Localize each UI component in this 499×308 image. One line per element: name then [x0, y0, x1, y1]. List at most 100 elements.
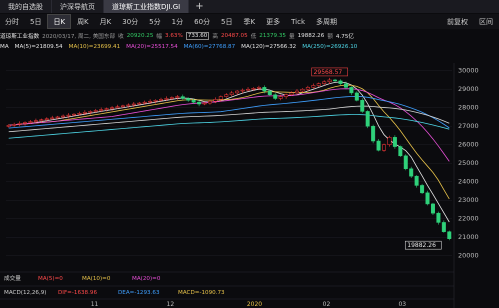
ma10-value: MA(10)=23699.41 — [68, 43, 121, 50]
period-button-5day[interactable]: 5日 — [25, 15, 46, 28]
top-tab-bar: 我的自选股 沪深导航页 道琼斯工业指数DJI.GI + — [0, 0, 499, 13]
macd-dea: DEA=-1293.63 — [118, 290, 160, 296]
candle-body — [148, 100, 153, 103]
period-button-monthly[interactable]: 月K — [95, 15, 117, 28]
candle-body — [284, 94, 289, 97]
candle-body — [88, 111, 93, 113]
candle-body — [251, 88, 256, 90]
candle-body — [305, 87, 310, 90]
candle-body — [349, 87, 354, 94]
candle-body — [77, 113, 82, 115]
ma120-line — [8, 105, 450, 133]
new-tab-button[interactable]: + — [189, 1, 209, 12]
candle-body — [273, 94, 278, 99]
tab-label: 我的自选股 — [8, 2, 43, 11]
period-button-5min[interactable]: 5分 — [144, 15, 165, 28]
ma60-line — [8, 96, 450, 129]
candlestick-chart[interactable]: 30000 29000 28000 27000 26000 25000 24000 23000… — [0, 53, 499, 308]
price-tick-label: 25000 — [458, 159, 479, 167]
period-button-fenshi[interactable]: 分时 — [0, 15, 24, 28]
price-tick-label: 29000 — [458, 85, 479, 93]
candle-body — [12, 124, 17, 126]
volume-box: 733.60 — [185, 31, 210, 40]
candle-body — [169, 97, 174, 99]
candle-body — [409, 168, 414, 177]
candle-body — [50, 117, 55, 120]
range-button[interactable]: 区间 — [474, 15, 498, 28]
price-tick-label: 27000 — [458, 122, 479, 130]
period-button-multi[interactable]: 多周期 — [311, 15, 342, 28]
candle-body — [186, 98, 191, 101]
ma-legend: MA MA(5)=21809.54 MA(10)=23699.41 MA(20)… — [0, 42, 499, 51]
candle-body — [289, 92, 294, 96]
period-button-5day-b[interactable]: 5日 — [216, 15, 237, 28]
candle-body — [213, 99, 218, 102]
tab-market-nav[interactable]: 沪深导航页 — [52, 0, 104, 13]
candle-body — [153, 100, 158, 102]
candle-body — [240, 89, 245, 92]
candle-body — [365, 111, 370, 127]
candle-body — [93, 110, 98, 112]
period-button-quarterly[interactable]: 季K — [239, 15, 261, 28]
time-tick-label: 02 — [323, 301, 331, 308]
candle-body — [142, 101, 147, 104]
tab-watchlist[interactable]: 我的自选股 — [0, 0, 52, 13]
candle-body — [398, 146, 403, 157]
ma-label: MA — [0, 43, 9, 50]
price-tick-label: 23000 — [458, 196, 479, 204]
ma60-value: MA(60)=27768.87 — [183, 43, 236, 50]
period-button-60min[interactable]: 60分 — [189, 15, 215, 28]
candle-body — [44, 118, 49, 120]
volume-ma10: MA(10)=0 — [82, 276, 111, 282]
candle-body — [175, 96, 180, 98]
macd-panel-label: MACD(12,26,9) — [4, 290, 46, 296]
candle-body — [414, 175, 419, 186]
candle-body — [164, 98, 169, 100]
candle-body — [99, 109, 104, 111]
candle-body — [55, 116, 60, 119]
candle-body — [425, 192, 430, 205]
volume-panel-label: 成交量 — [4, 274, 21, 282]
candle-body — [300, 88, 305, 92]
close-label: 收 — [118, 33, 124, 40]
candle-body — [229, 92, 234, 96]
candle-body — [376, 140, 381, 151]
amount-label: 额 — [327, 33, 333, 40]
period-toolbar: 分时 5日 日K 周K 月K 30分 5分 1分 60分 5日 季K 更多 Ti… — [0, 14, 499, 29]
macd-value: MACD=-1090.73 — [178, 290, 225, 296]
candle-body — [420, 185, 425, 194]
price-tick-label: 20000 — [458, 252, 479, 260]
candle-body — [256, 87, 261, 89]
period-button-30min[interactable]: 30分 — [117, 15, 143, 28]
candle-body — [120, 105, 125, 108]
candle-body — [131, 103, 136, 106]
ma120-value: MA(120)=27566.32 — [241, 43, 297, 50]
tab-dji[interactable]: 道琼斯工业指数DJI.GI — [104, 0, 190, 13]
candle-body — [207, 100, 212, 104]
period-button-1min[interactable]: 1分 — [167, 15, 188, 28]
period-button-weekly[interactable]: 周K — [72, 15, 94, 28]
forward-adjust-button[interactable]: 前复权 — [442, 15, 473, 28]
period-button-tick[interactable]: Tick — [286, 15, 310, 28]
volume-ma5: MA(5)=0 — [38, 276, 63, 282]
extra-value: 19882.26 — [297, 32, 325, 39]
time-tick-label: 2020 — [247, 301, 262, 308]
candle-body — [39, 119, 44, 121]
period-button-daily[interactable]: 日K — [47, 14, 72, 29]
candle-body — [447, 231, 452, 239]
candle-body — [137, 102, 142, 105]
high-value: 20487.05 — [220, 32, 248, 39]
macd-dif: DIF=-1638.96 — [58, 290, 97, 296]
ma5-line — [8, 81, 450, 223]
period-button-more[interactable]: 更多 — [261, 15, 285, 28]
candle-body — [33, 120, 38, 122]
candle-body — [235, 90, 240, 94]
candle-body — [403, 155, 408, 170]
candle-body — [115, 106, 120, 108]
candle-body — [430, 203, 435, 214]
candle-body — [61, 115, 66, 118]
candle-body — [197, 101, 202, 105]
price-tick-label: 30000 — [458, 67, 479, 75]
time-tick-label: 11 — [91, 301, 99, 308]
high-marker-label: 29568.57 — [314, 69, 343, 76]
